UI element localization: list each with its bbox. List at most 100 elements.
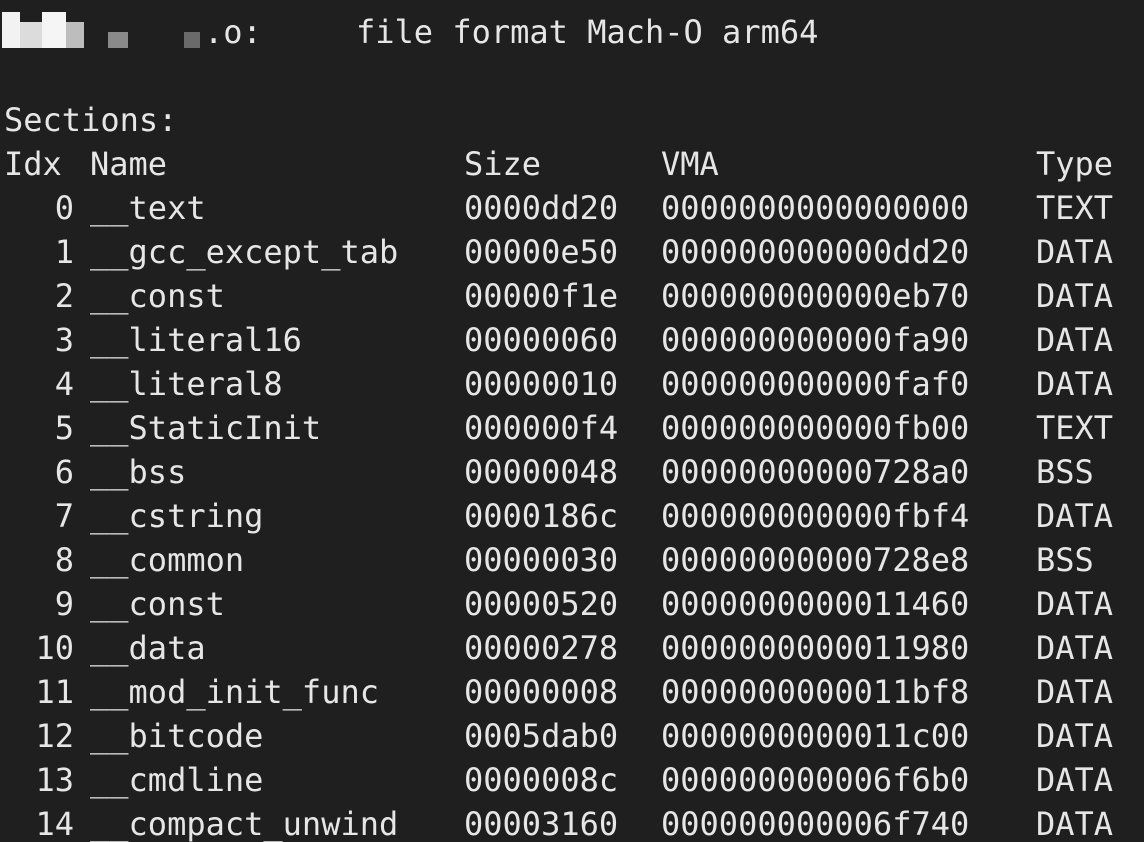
row-idx: 6 [54, 453, 74, 491]
row-idx: 11 [35, 673, 74, 711]
file-format: file format Mach-O arm64 [356, 13, 819, 51]
row-type: TEXT [1036, 189, 1114, 227]
row-name: __mod_init_func [90, 673, 379, 711]
row-vma: 000000000000dd20 [661, 233, 970, 271]
column-idx: Idx [4, 145, 62, 183]
table-row: 9 __const 00000520 0000000000011460 DATA [4, 582, 1144, 626]
column-vma: VMA [661, 145, 719, 183]
row-type: DATA [1036, 277, 1114, 315]
row-name: __literal16 [90, 321, 302, 359]
row-size: 0005dab0 [464, 717, 619, 755]
row-size: 00000e50 [464, 233, 619, 271]
row-idx: 1 [54, 233, 74, 271]
row-type: DATA [1036, 497, 1114, 535]
table-row: 7 __cstring 0000186c 000000000000fbf4 DATA [4, 494, 1144, 538]
row-type: DATA [1036, 585, 1114, 623]
row-idx: 14 [35, 805, 74, 842]
row-size: 00000010 [464, 365, 619, 403]
row-vma: 0000000000011460 [661, 585, 970, 623]
row-size: 0000dd20 [464, 189, 619, 227]
terminal-window[interactable]: .o: file format Mach-O arm64 Sections: I… [0, 0, 1144, 842]
row-size: 00000278 [464, 629, 619, 667]
row-type: DATA [1036, 321, 1114, 359]
row-vma: 000000000006f6b0 [661, 761, 970, 799]
table-row: 4 __literal8 00000010 000000000000faf0 DATA [4, 362, 1144, 406]
row-type: DATA [1036, 365, 1114, 403]
row-idx: 12 [35, 717, 74, 755]
table-row: 10 __data 00000278 0000000000011980 DATA [4, 626, 1144, 670]
row-idx: 7 [54, 497, 74, 535]
row-name: __text [90, 189, 206, 227]
row-vma: 000000000000faf0 [661, 365, 970, 403]
table-row: 8 __common 00000030 00000000000728e8 BSS [4, 538, 1144, 582]
row-vma: 00000000000728a0 [661, 453, 970, 491]
row-name: __compact_unwind [90, 805, 399, 842]
row-name: __gcc_except_tab [90, 233, 399, 271]
row-type: BSS [1036, 453, 1094, 491]
row-size: 000000f4 [464, 409, 619, 447]
column-name: Name [90, 145, 168, 183]
row-name: __bitcode [90, 717, 264, 755]
filename-suffix: .o: [204, 13, 262, 51]
row-idx: 5 [54, 409, 74, 447]
column-size: Size [464, 145, 542, 183]
table-row: 3 __literal16 00000060 000000000000fa90 DATA [4, 318, 1144, 362]
row-type: DATA [1036, 761, 1114, 799]
table-row: 0 __text 0000dd20 0000000000000000 TEXT [4, 186, 1144, 230]
row-type: BSS [1036, 541, 1094, 579]
row-vma: 0000000000000000 [661, 189, 970, 227]
row-name: __StaticInit [90, 409, 322, 447]
row-idx: 10 [35, 629, 74, 667]
row-name: __literal8 [90, 365, 283, 403]
row-size: 00000008 [464, 673, 619, 711]
row-idx: 9 [54, 585, 74, 623]
table-header: Idx Name Size VMA Type [4, 142, 1144, 186]
row-type: DATA [1036, 717, 1114, 755]
row-type: TEXT [1036, 409, 1114, 447]
table-row: 5 __StaticInit 000000f4 000000000000fb00 TEX… [4, 406, 1144, 450]
sections-heading: Sections: [4, 101, 178, 139]
row-type: DATA [1036, 629, 1114, 667]
row-name: __const [90, 277, 225, 315]
row-idx: 2 [54, 277, 74, 315]
table-row: 14 __compact_unwind 00003160 000000000006f7… [4, 802, 1144, 842]
row-size: 0000008c [464, 761, 619, 799]
row-type: DATA [1036, 673, 1114, 711]
row-vma: 000000000000fb00 [661, 409, 970, 447]
row-name: __const [90, 585, 225, 623]
table-row: 13 __cmdline 0000008c 000000000006f6b0 DATA [4, 758, 1144, 802]
row-name: __data [90, 629, 206, 667]
row-size: 00000048 [464, 453, 619, 491]
row-type: DATA [1036, 805, 1114, 842]
column-type: Type [1036, 145, 1114, 183]
row-vma: 00000000000728e8 [661, 541, 970, 579]
row-vma: 000000000000eb70 [661, 277, 970, 315]
row-size: 00000f1e [464, 277, 619, 315]
file-header: .o: file format Mach-O arm64 [4, 10, 818, 54]
row-name: __cstring [90, 497, 264, 535]
row-idx: 13 [35, 761, 74, 799]
row-vma: 0000000000011980 [661, 629, 970, 667]
row-size: 0000186c [464, 497, 619, 535]
row-vma: 000000000006f740 [661, 805, 970, 842]
row-name: __bss [90, 453, 187, 491]
row-name: __common [90, 541, 245, 579]
row-vma: 000000000000fa90 [661, 321, 970, 359]
row-size: 00000030 [464, 541, 619, 579]
row-size: 00000520 [464, 585, 619, 623]
table-row: 6 __bss 00000048 00000000000728a0 BSS [4, 450, 1144, 494]
row-name: __cmdline [90, 761, 264, 799]
row-type: DATA [1036, 233, 1114, 271]
row-vma: 000000000000fbf4 [661, 497, 970, 535]
row-idx: 4 [54, 365, 74, 403]
row-idx: 0 [54, 189, 74, 227]
row-vma: 0000000000011c00 [661, 717, 970, 755]
row-vma: 0000000000011bf8 [661, 673, 970, 711]
row-size: 00000060 [464, 321, 619, 359]
row-size: 00003160 [464, 805, 619, 842]
row-idx: 8 [54, 541, 74, 579]
table-row: 12 __bitcode 0005dab0 0000000000011c00 DATA [4, 714, 1144, 758]
table-row: 2 __const 00000f1e 000000000000eb70 DATA [4, 274, 1144, 318]
row-idx: 3 [54, 321, 74, 359]
table-row: 11 __mod_init_func 00000008 0000000000011bf… [4, 670, 1144, 714]
